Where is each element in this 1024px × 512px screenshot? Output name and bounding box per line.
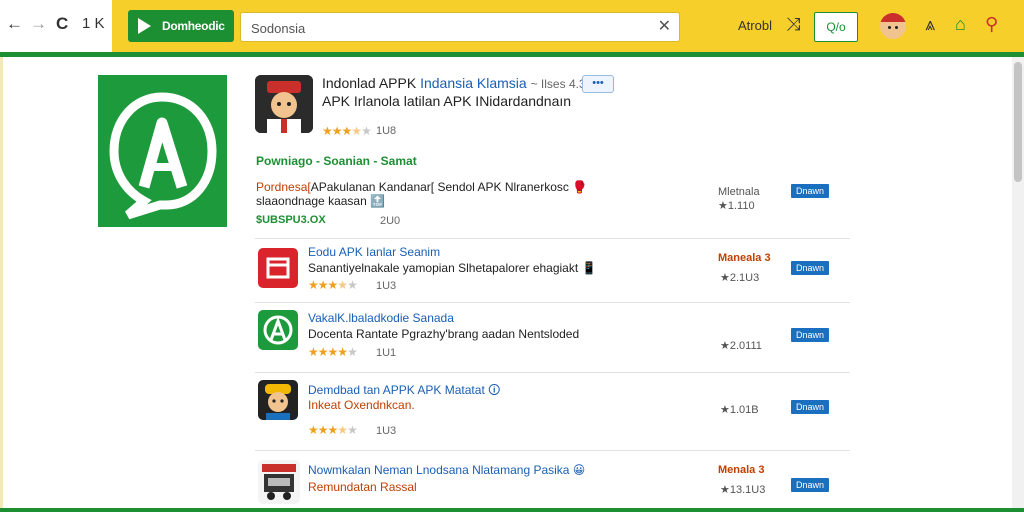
download-button[interactable]: Dnawn <box>791 400 829 414</box>
star-icon: ★ <box>337 278 348 292</box>
row-description: Sanantiyelnakale yamopian Slhetapalorer … <box>308 261 597 275</box>
browser-nav: ← → C 1 K <box>0 0 112 52</box>
header-link[interactable]: Atrobl <box>738 18 772 33</box>
star-icon: ★ <box>308 345 319 359</box>
featured-categories[interactable]: Powniago - Soanian - Samat <box>256 154 417 168</box>
featured-subtitle: APK Irlanola latilan APK INidardandnaın <box>322 93 572 109</box>
q-button[interactable]: Q/o <box>814 12 858 42</box>
shuffle-icon[interactable]: ⤨ <box>786 14 800 34</box>
row-description: Remundatan Rassal <box>308 480 417 494</box>
apk-a-logo-icon <box>109 92 217 220</box>
worker-avatar-icon[interactable] <box>258 380 298 420</box>
row-tag: Maneala 3 <box>718 252 771 264</box>
back-arrow-icon[interactable]: ← <box>6 14 23 34</box>
featured-rating-stars: ★★★★★ <box>322 124 372 138</box>
home-icon[interactable]: ⌂ <box>955 14 966 34</box>
star-icon: ★ <box>327 423 339 437</box>
featured-description: Pordnesa[APakulanan Kandanar[ Sendol APK… <box>256 180 588 208</box>
star-icon: ★ <box>337 345 348 359</box>
star-icon: ★ <box>337 423 348 437</box>
row-rating-stars: ★★★★★ <box>308 345 358 359</box>
star-icon: ★ <box>331 124 343 138</box>
divider <box>255 372 850 373</box>
download-button[interactable]: Dnawn <box>791 328 829 342</box>
download-button[interactable]: Dnawn <box>791 478 829 492</box>
divider <box>255 302 850 303</box>
row-rating-stars: ★★★★★ <box>308 278 358 292</box>
row-title[interactable]: VakalK.lbaladkodie Sanada <box>308 311 454 325</box>
search-box: ✕ <box>240 12 680 42</box>
nav-extra[interactable]: 1 K <box>82 14 105 34</box>
star-icon: ★ <box>341 124 353 138</box>
star-icon: ★ <box>327 345 339 359</box>
brand-name: Domheodic <box>162 19 225 33</box>
row-rating-stars: ★★★★★ <box>308 423 358 437</box>
star-icon: ★ <box>361 124 372 138</box>
featured-price: $UBSPU3.OX <box>256 214 326 226</box>
row-title[interactable]: Eodu APK Ianlar Seanim <box>308 245 440 259</box>
row-tag: Menala 3 <box>718 464 765 476</box>
star-icon: ★ <box>308 423 319 437</box>
featured-score: ★1.110 <box>718 200 755 212</box>
star-icon: ★ <box>317 423 329 437</box>
star-icon: ★ <box>322 124 333 138</box>
truck-icon[interactable] <box>258 460 300 504</box>
green-a-icon[interactable] <box>258 310 298 350</box>
clear-search-icon[interactable]: ✕ <box>658 18 671 36</box>
play-icon <box>138 18 151 34</box>
divider <box>255 450 850 451</box>
featured-meta: Mletnala <box>718 186 760 198</box>
star-icon: ★ <box>347 423 358 437</box>
featured-title[interactable]: Indonlad APPK Indansia Klamsia ~ Ilses 4… <box>322 75 592 91</box>
featured-rating-count: 1U8 <box>376 125 397 137</box>
row-score: ★2.1U3 <box>720 272 760 284</box>
forward-arrow-icon[interactable]: → <box>30 14 47 34</box>
app-hero-logo[interactable] <box>98 75 227 227</box>
divider <box>255 238 850 239</box>
row-rating-count: 1U3 <box>376 425 397 437</box>
featured-app-icon[interactable] <box>255 75 313 133</box>
scrollbar-thumb[interactable] <box>1014 62 1022 182</box>
star-icon: ★ <box>317 345 329 359</box>
star-icon: ★ <box>327 278 339 292</box>
star-icon: ★ <box>317 278 329 292</box>
star-icon: ★ <box>351 124 362 138</box>
more-options-button[interactable]: ••• <box>582 75 614 93</box>
row-score: ★1.01B <box>720 404 759 416</box>
row-description: Docenta Rantate Pgrazhy'brang aadan Nent… <box>308 327 580 341</box>
download-button[interactable]: Dnawn <box>791 261 829 275</box>
brand-logo[interactable]: Domheodic <box>128 10 234 42</box>
star-icon: ★ <box>347 345 358 359</box>
featured-size: 2U0 <box>380 215 401 227</box>
star-icon: ★ <box>308 278 319 292</box>
red-box-icon[interactable] <box>258 248 298 288</box>
location-pin-icon[interactable]: ⚲ <box>985 14 998 34</box>
row-description: Inkeat Oxendnkcan. <box>308 398 415 412</box>
reload-icon[interactable]: C <box>56 14 68 34</box>
user-avatar[interactable] <box>880 13 906 39</box>
featured-download-button[interactable]: Dnawn <box>791 184 829 198</box>
person-icon[interactable]: ⩓ <box>925 14 935 34</box>
search-input[interactable] <box>249 17 643 39</box>
star-icon: ★ <box>347 278 358 292</box>
bottom-bar <box>0 508 1024 512</box>
row-title[interactable]: Nowmkalan Neman Lnodsana Nlatamang Pasik… <box>308 463 585 477</box>
row-rating-count: 1U3 <box>376 280 397 292</box>
row-score: ★13.1U3 <box>720 484 766 496</box>
row-score: ★2.0111 <box>720 340 762 352</box>
header-divider <box>0 52 1024 57</box>
row-rating-count: 1U1 <box>376 347 397 359</box>
